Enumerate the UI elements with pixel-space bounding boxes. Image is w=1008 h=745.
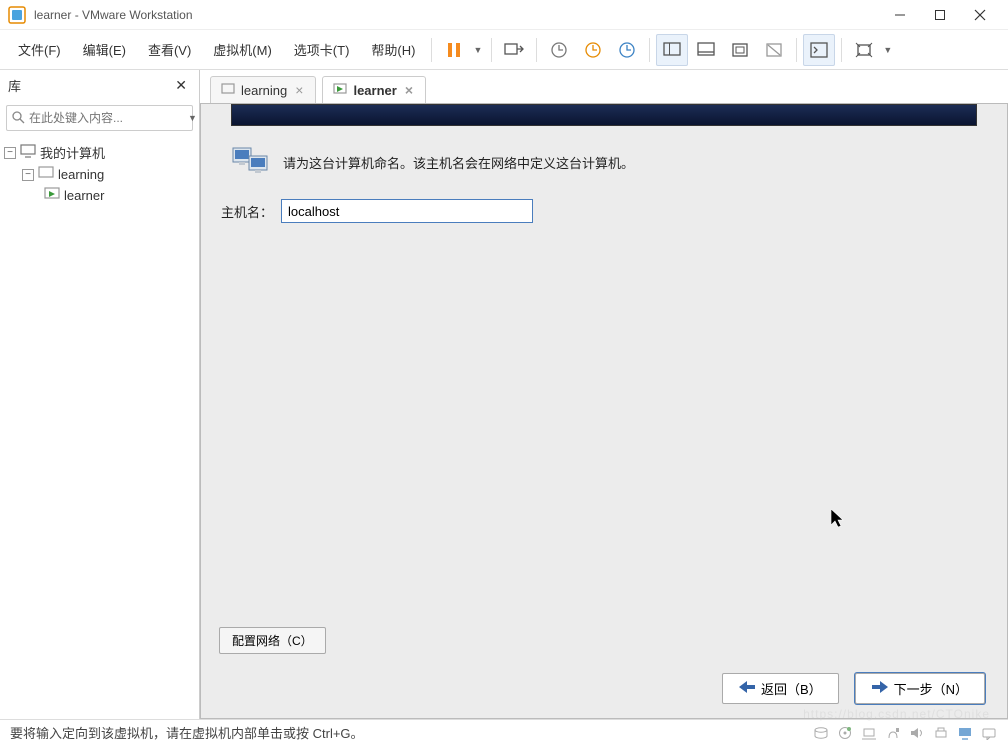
next-label: 下一步（N） bbox=[894, 679, 968, 698]
chevron-down-icon[interactable]: ▼ bbox=[188, 113, 197, 123]
snapshot-revert-button[interactable] bbox=[577, 34, 609, 66]
window-title: learner - VMware Workstation bbox=[34, 8, 880, 22]
main-area: learning × learner × bbox=[200, 70, 1008, 719]
tab-label: learner bbox=[353, 83, 396, 98]
minimize-button[interactable] bbox=[880, 0, 920, 30]
send-ctrl-alt-del-button[interactable] bbox=[498, 34, 530, 66]
stretch-button[interactable] bbox=[848, 34, 880, 66]
tab-close-button[interactable]: × bbox=[403, 82, 415, 98]
view-console-button[interactable] bbox=[690, 34, 722, 66]
hostname-input[interactable] bbox=[281, 199, 533, 223]
status-icons bbox=[812, 725, 998, 741]
disk-icon[interactable] bbox=[812, 725, 830, 741]
vm-running-icon bbox=[44, 187, 60, 204]
sidebar: 库 ✕ ▼ − 我的计算机 − learning learner bbox=[0, 70, 200, 719]
view-unity-button[interactable] bbox=[758, 34, 790, 66]
back-label: 返回（B） bbox=[761, 679, 822, 698]
arrow-left-icon bbox=[739, 681, 755, 696]
sidebar-header: 库 ✕ bbox=[0, 70, 199, 101]
close-button[interactable] bbox=[960, 0, 1000, 30]
usb-icon[interactable] bbox=[884, 725, 902, 741]
chevron-down-icon[interactable]: ▼ bbox=[470, 45, 485, 55]
search-icon bbox=[11, 110, 25, 127]
collapse-icon[interactable]: − bbox=[22, 169, 34, 181]
arrow-right-icon bbox=[872, 681, 888, 696]
menu-edit[interactable]: 编辑(E) bbox=[73, 34, 136, 65]
separator bbox=[491, 38, 492, 62]
maximize-button[interactable] bbox=[920, 0, 960, 30]
tab-close-button[interactable]: × bbox=[293, 82, 305, 98]
tree-item-learner[interactable]: learner bbox=[4, 185, 195, 206]
hostname-description-row: 请为这台计算机命名。该主机名会在网络中定义这台计算机。 bbox=[231, 144, 989, 181]
sidebar-close-button[interactable]: ✕ bbox=[171, 77, 191, 94]
menu-tabs[interactable]: 选项卡(T) bbox=[284, 34, 360, 65]
configure-network-button[interactable]: 配置网络（C） bbox=[219, 627, 326, 654]
printer-status-icon[interactable] bbox=[932, 725, 950, 741]
pause-button[interactable] bbox=[438, 34, 470, 66]
search-input[interactable] bbox=[29, 111, 184, 125]
computer-network-icon bbox=[231, 144, 271, 181]
tree-item-learning[interactable]: − learning bbox=[4, 164, 195, 185]
hostname-label: 主机名： bbox=[221, 202, 273, 221]
menu-vm[interactable]: 虚拟机(M) bbox=[203, 34, 282, 65]
titlebar: learner - VMware Workstation bbox=[0, 0, 1008, 30]
separator bbox=[796, 38, 797, 62]
library-tree: − 我的计算机 − learning learner bbox=[0, 135, 199, 212]
view-fullscreen-button[interactable] bbox=[724, 34, 756, 66]
hostname-row: 主机名： bbox=[221, 199, 989, 223]
snapshot-button[interactable] bbox=[543, 34, 575, 66]
separator bbox=[431, 38, 432, 62]
app-icon bbox=[8, 6, 26, 24]
console-view-button[interactable] bbox=[803, 34, 835, 66]
sound-icon[interactable] bbox=[908, 725, 926, 741]
tab-label: learning bbox=[241, 83, 287, 98]
separator bbox=[536, 38, 537, 62]
vm-icon bbox=[221, 83, 235, 98]
menubar: 文件(F) 编辑(E) 查看(V) 虚拟机(M) 选项卡(T) 帮助(H) ▼ … bbox=[0, 30, 1008, 70]
chevron-down-icon[interactable]: ▼ bbox=[880, 45, 895, 55]
sidebar-search[interactable]: ▼ bbox=[6, 105, 193, 131]
tab-learner[interactable]: learner × bbox=[322, 76, 426, 103]
installer-header-bar bbox=[231, 104, 977, 126]
separator bbox=[649, 38, 650, 62]
statusbar: 要将输入定向到该虚拟机，请在虚拟机内部单击或按 Ctrl+G。 bbox=[0, 719, 1008, 745]
cd-icon[interactable] bbox=[836, 725, 854, 741]
collapse-icon[interactable]: − bbox=[4, 147, 16, 159]
menu-help[interactable]: 帮助(H) bbox=[361, 34, 425, 65]
network-icon[interactable] bbox=[860, 725, 878, 741]
description-text: 请为这台计算机命名。该主机名会在网络中定义这台计算机。 bbox=[283, 153, 634, 172]
tree-label: 我的计算机 bbox=[40, 143, 105, 162]
message-icon[interactable] bbox=[980, 725, 998, 741]
vm-guest-screen[interactable]: 请为这台计算机命名。该主机名会在网络中定义这台计算机。 主机名： 配置网络（C）… bbox=[200, 103, 1008, 719]
statusbar-message: 要将输入定向到该虚拟机，请在虚拟机内部单击或按 Ctrl+G。 bbox=[10, 723, 812, 742]
vm-running-icon bbox=[333, 83, 347, 98]
next-button[interactable]: 下一步（N） bbox=[855, 673, 985, 704]
workspace: 库 ✕ ▼ − 我的计算机 − learning learner bbox=[0, 70, 1008, 719]
tab-bar: learning × learner × bbox=[200, 70, 1008, 104]
mouse-cursor-icon bbox=[831, 509, 847, 529]
tree-label: learning bbox=[58, 167, 104, 182]
tab-learning[interactable]: learning × bbox=[210, 76, 316, 103]
separator bbox=[841, 38, 842, 62]
tree-label: learner bbox=[64, 188, 104, 203]
back-button[interactable]: 返回（B） bbox=[722, 673, 839, 704]
nav-button-row: 返回（B） 下一步（N） bbox=[722, 673, 985, 704]
display-status-icon[interactable] bbox=[956, 725, 974, 741]
vm-icon bbox=[38, 166, 54, 183]
menu-file[interactable]: 文件(F) bbox=[8, 34, 71, 65]
menu-view[interactable]: 查看(V) bbox=[138, 34, 201, 65]
tree-root[interactable]: − 我的计算机 bbox=[4, 141, 195, 164]
snapshot-manager-button[interactable] bbox=[611, 34, 643, 66]
sidebar-title: 库 bbox=[8, 76, 171, 95]
monitor-icon bbox=[20, 144, 36, 161]
view-single-button[interactable] bbox=[656, 34, 688, 66]
